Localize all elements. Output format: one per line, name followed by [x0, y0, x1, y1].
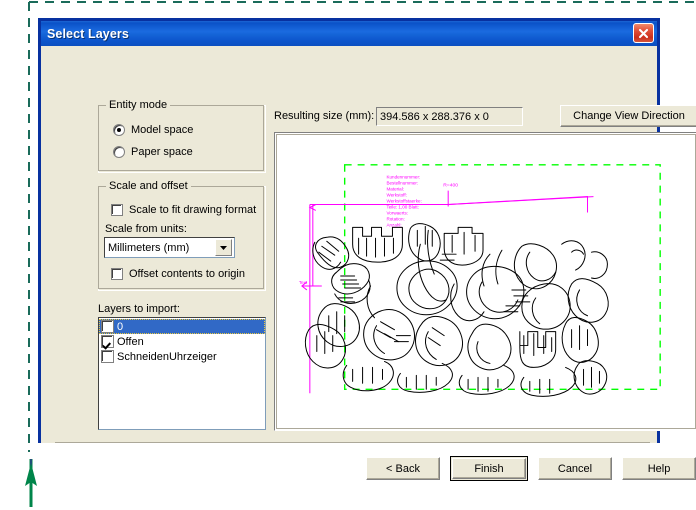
- arrow-up-icon: [25, 459, 37, 507]
- title-bar: Select Layers: [41, 21, 657, 46]
- radio-paper-space-label: Paper space: [131, 146, 193, 158]
- layer-checkbox[interactable]: [101, 350, 114, 363]
- checkbox-scale-to-fit-indicator[interactable]: [111, 204, 123, 216]
- layer-name: 0: [117, 320, 124, 333]
- checkbox-offset-to-origin-indicator[interactable]: [111, 268, 123, 280]
- svg-text:Teile: 1,00 Blatt:: Teile: 1,00 Blatt:: [386, 205, 419, 210]
- back-button[interactable]: < Back: [366, 457, 440, 480]
- dialog-body: Entity mode Model space Paper space Scal…: [41, 46, 696, 481]
- svg-text:Anzahl:: Anzahl:: [386, 222, 401, 227]
- select-layers-dialog: Select Layers Entity mode Model space Pa…: [38, 18, 696, 481]
- drawing-preview-svg: R=400 Text Kundennummer: Bestellnummer: …: [299, 164, 661, 397]
- checkbox-offset-to-origin-label: Offset contents to origin: [129, 268, 245, 280]
- help-button[interactable]: Help: [622, 457, 696, 480]
- annotation-label-left: Text: [299, 280, 308, 285]
- dimension-label: R=400: [443, 183, 458, 189]
- layer-name: Offen: [117, 335, 144, 348]
- close-icon[interactable]: [633, 23, 654, 43]
- scale-from-units-label: Scale from units:: [105, 223, 187, 235]
- layers-listbox[interactable]: 0 Offen SchneidenUhrzeiger: [98, 317, 266, 430]
- layer-checkbox[interactable]: [101, 335, 114, 348]
- list-item[interactable]: SchneidenUhrzeiger: [99, 349, 265, 364]
- list-item[interactable]: Offen: [99, 334, 265, 349]
- entity-mode-group: Entity mode: [98, 99, 266, 173]
- resulting-size-label: Resulting size (mm):: [274, 110, 375, 122]
- svg-text:Kundennummer:: Kundennummer:: [386, 175, 420, 180]
- cancel-button[interactable]: Cancel: [538, 457, 612, 480]
- svg-text:Werkstoffstaerke:: Werkstoffstaerke:: [386, 199, 421, 204]
- annotation-text-block: Kundennummer: Bestellnummer: Material: W…: [386, 175, 421, 228]
- chevron-down-icon[interactable]: [215, 239, 232, 256]
- svg-text:Vorwaerts:: Vorwaerts:: [386, 210, 408, 215]
- resulting-size-value: 394.586 x 288.376 x 0: [376, 107, 523, 126]
- radio-model-space-label: Model space: [131, 124, 194, 136]
- layer-checkbox[interactable]: [101, 320, 114, 333]
- annotation-geometry: [301, 190, 594, 394]
- entity-mode-group-label: Entity mode: [106, 99, 171, 111]
- radio-model-space-indicator[interactable]: [113, 124, 125, 136]
- scale-and-offset-group-label: Scale and offset: [106, 180, 191, 192]
- layer-name: SchneidenUhrzeiger: [117, 350, 217, 363]
- radio-paper-space[interactable]: Paper space: [113, 146, 193, 158]
- svg-text:Material:: Material:: [386, 187, 404, 192]
- footer-separator: [55, 442, 650, 444]
- finish-button-label: Finish: [452, 458, 526, 479]
- svg-text:Rotation:: Rotation:: [386, 216, 404, 221]
- dialog-title: Select Layers: [47, 26, 129, 41]
- list-item[interactable]: 0: [99, 319, 265, 334]
- drawing-preview-panel[interactable]: R=400 Text Kundennummer: Bestellnummer: …: [274, 132, 696, 431]
- units-combobox-value: Millimeters (mm): [108, 241, 190, 254]
- svg-text:Werkstoff:: Werkstoff:: [386, 193, 406, 198]
- radio-paper-space-indicator[interactable]: [113, 146, 125, 158]
- checkbox-scale-to-fit[interactable]: Scale to fit drawing format: [111, 204, 256, 216]
- radio-model-space[interactable]: Model space: [113, 124, 193, 136]
- finish-button[interactable]: Finish: [450, 456, 528, 481]
- checkbox-scale-to-fit-label: Scale to fit drawing format: [129, 204, 257, 216]
- checkbox-offset-to-origin[interactable]: Offset contents to origin: [111, 268, 245, 280]
- footer-buttons: < Back Finish Cancel Help: [366, 456, 696, 481]
- part-geometry: [304, 223, 609, 397]
- layers-to-import-label: Layers to import:: [98, 303, 180, 315]
- units-combobox[interactable]: Millimeters (mm): [104, 237, 235, 258]
- change-view-direction-button[interactable]: Change View Direction: [560, 105, 696, 127]
- svg-text:Bestellnummer:: Bestellnummer:: [386, 181, 418, 186]
